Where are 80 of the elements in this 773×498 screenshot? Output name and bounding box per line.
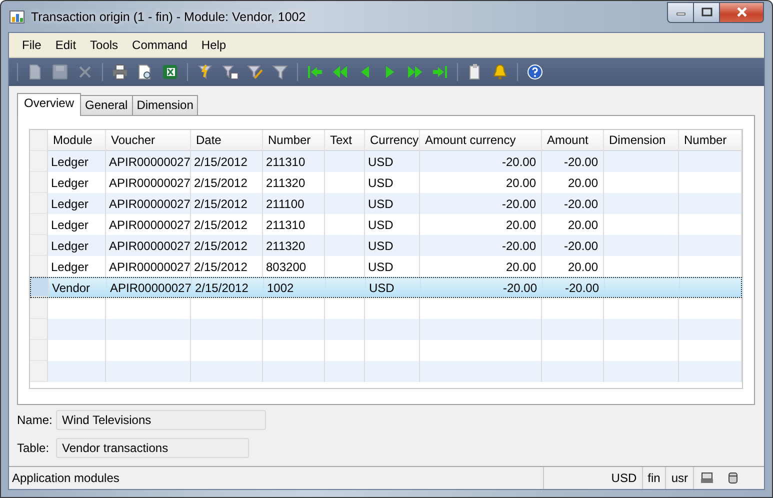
table-cell: 1002: [264, 278, 326, 297]
table-cell: -20.00: [543, 278, 605, 297]
table-cell: APIR00000027: [107, 278, 192, 297]
filter-icon[interactable]: [271, 63, 289, 81]
column-header[interactable]: Text: [325, 130, 365, 151]
table-cell: -20.00: [421, 278, 543, 297]
table-cell: USD: [365, 235, 420, 256]
close-button[interactable]: [719, 2, 764, 22]
menu-item[interactable]: Edit: [48, 36, 84, 54]
column-header[interactable]: Number: [679, 130, 742, 151]
table-cell: APIR00000027: [106, 235, 191, 256]
database-icon[interactable]: [726, 471, 740, 485]
table-cell: USD: [365, 151, 420, 172]
field-label: Table:: [17, 441, 50, 455]
filter-icon[interactable]: [246, 63, 264, 81]
first-record-icon[interactable]: [306, 63, 324, 81]
filter-icon[interactable]: [196, 63, 214, 81]
bell-icon[interactable]: [491, 63, 509, 81]
maximize-icon: [700, 7, 712, 17]
column-header[interactable]: Number: [263, 130, 325, 151]
table-cell: USD: [366, 278, 421, 297]
menu-item[interactable]: Command: [125, 36, 194, 54]
tab[interactable]: Overview: [17, 93, 82, 116]
table-cell: -20.00: [420, 193, 542, 214]
table-cell: APIR00000027: [106, 151, 191, 172]
table-cell: 2/15/2012: [192, 278, 264, 297]
filter-icon[interactable]: [221, 63, 239, 81]
help-icon[interactable]: [526, 63, 544, 81]
table-row[interactable]: Ledger APIR00000027 2/15/2012 211320 USD -20.00 -20.00: [30, 235, 742, 256]
tab[interactable]: Dimension: [132, 95, 198, 115]
tab[interactable]: General: [80, 95, 133, 115]
column-header[interactable]: Module: [48, 130, 106, 151]
maximize-button[interactable]: [693, 2, 719, 22]
table-cell: 2/15/2012: [191, 193, 263, 214]
table-cell: -20.00: [542, 235, 604, 256]
table-cell: Ledger: [48, 193, 106, 214]
last-record-icon[interactable]: [431, 63, 449, 81]
table-cell: Ledger: [48, 235, 106, 256]
column-header[interactable]: Voucher: [106, 130, 191, 151]
text-field[interactable]: Wind Televisions: [56, 410, 266, 430]
close-icon: [736, 7, 748, 17]
menu-item[interactable]: Tools: [83, 36, 126, 54]
table-cell: Ledger: [48, 151, 106, 172]
column-header[interactable]: Currency: [365, 130, 420, 151]
table-cell: -20.00: [542, 193, 604, 214]
table-cell: Vendor: [49, 278, 107, 297]
table-cell: APIR00000027: [106, 193, 191, 214]
status-item: usr: [666, 467, 694, 489]
table-row[interactable]: Ledger APIR00000027 2/15/2012 211310 USD -20.00 -20.00: [30, 151, 742, 172]
table-cell: 211310: [263, 151, 325, 172]
spreadsheet-icon[interactable]: [161, 63, 179, 81]
window-title: Transaction origin (1 - fin) - Module: Vendor, 1002: [31, 10, 307, 24]
menu-item[interactable]: File: [15, 36, 48, 54]
menu-item[interactable]: Help: [194, 36, 234, 54]
printer-icon[interactable]: [700, 471, 714, 485]
text-field[interactable]: Vendor transactions: [56, 438, 249, 458]
column-header[interactable]: Date: [191, 130, 263, 151]
column-header[interactable]: Amount currency: [420, 130, 542, 151]
table-cell: 211100: [263, 193, 325, 214]
previous-page-icon[interactable]: [331, 63, 349, 81]
table-cell: -20.00: [420, 151, 542, 172]
column-header[interactable]: Amount: [542, 130, 604, 151]
table-cell: USD: [365, 193, 420, 214]
status-item: USD: [606, 467, 643, 489]
table-row[interactable]: Vendor APIR00000027 2/15/2012 1002 USD -20.00 -20.00: [30, 277, 742, 298]
table-cell: 2/15/2012: [191, 235, 263, 256]
table-cell: -20.00: [420, 235, 542, 256]
app-icon: [9, 8, 25, 24]
minimize-button[interactable]: [667, 2, 693, 22]
table-row[interactable]: Ledger APIR00000027 2/15/2012 211100 USD -20.00 -20.00: [30, 193, 742, 214]
next-page-icon[interactable]: [406, 63, 424, 81]
print-icon[interactable]: [111, 63, 129, 81]
status-text: Application modules: [9, 467, 544, 489]
row-header-corner: [30, 130, 48, 151]
table-cell: 211320: [263, 235, 325, 256]
field-label: Name:: [17, 413, 54, 427]
status-item: fin: [642, 467, 666, 489]
table-cell: -20.00: [542, 151, 604, 172]
table-cell: 2/15/2012: [191, 151, 263, 172]
column-header[interactable]: Dimension: [604, 130, 679, 151]
